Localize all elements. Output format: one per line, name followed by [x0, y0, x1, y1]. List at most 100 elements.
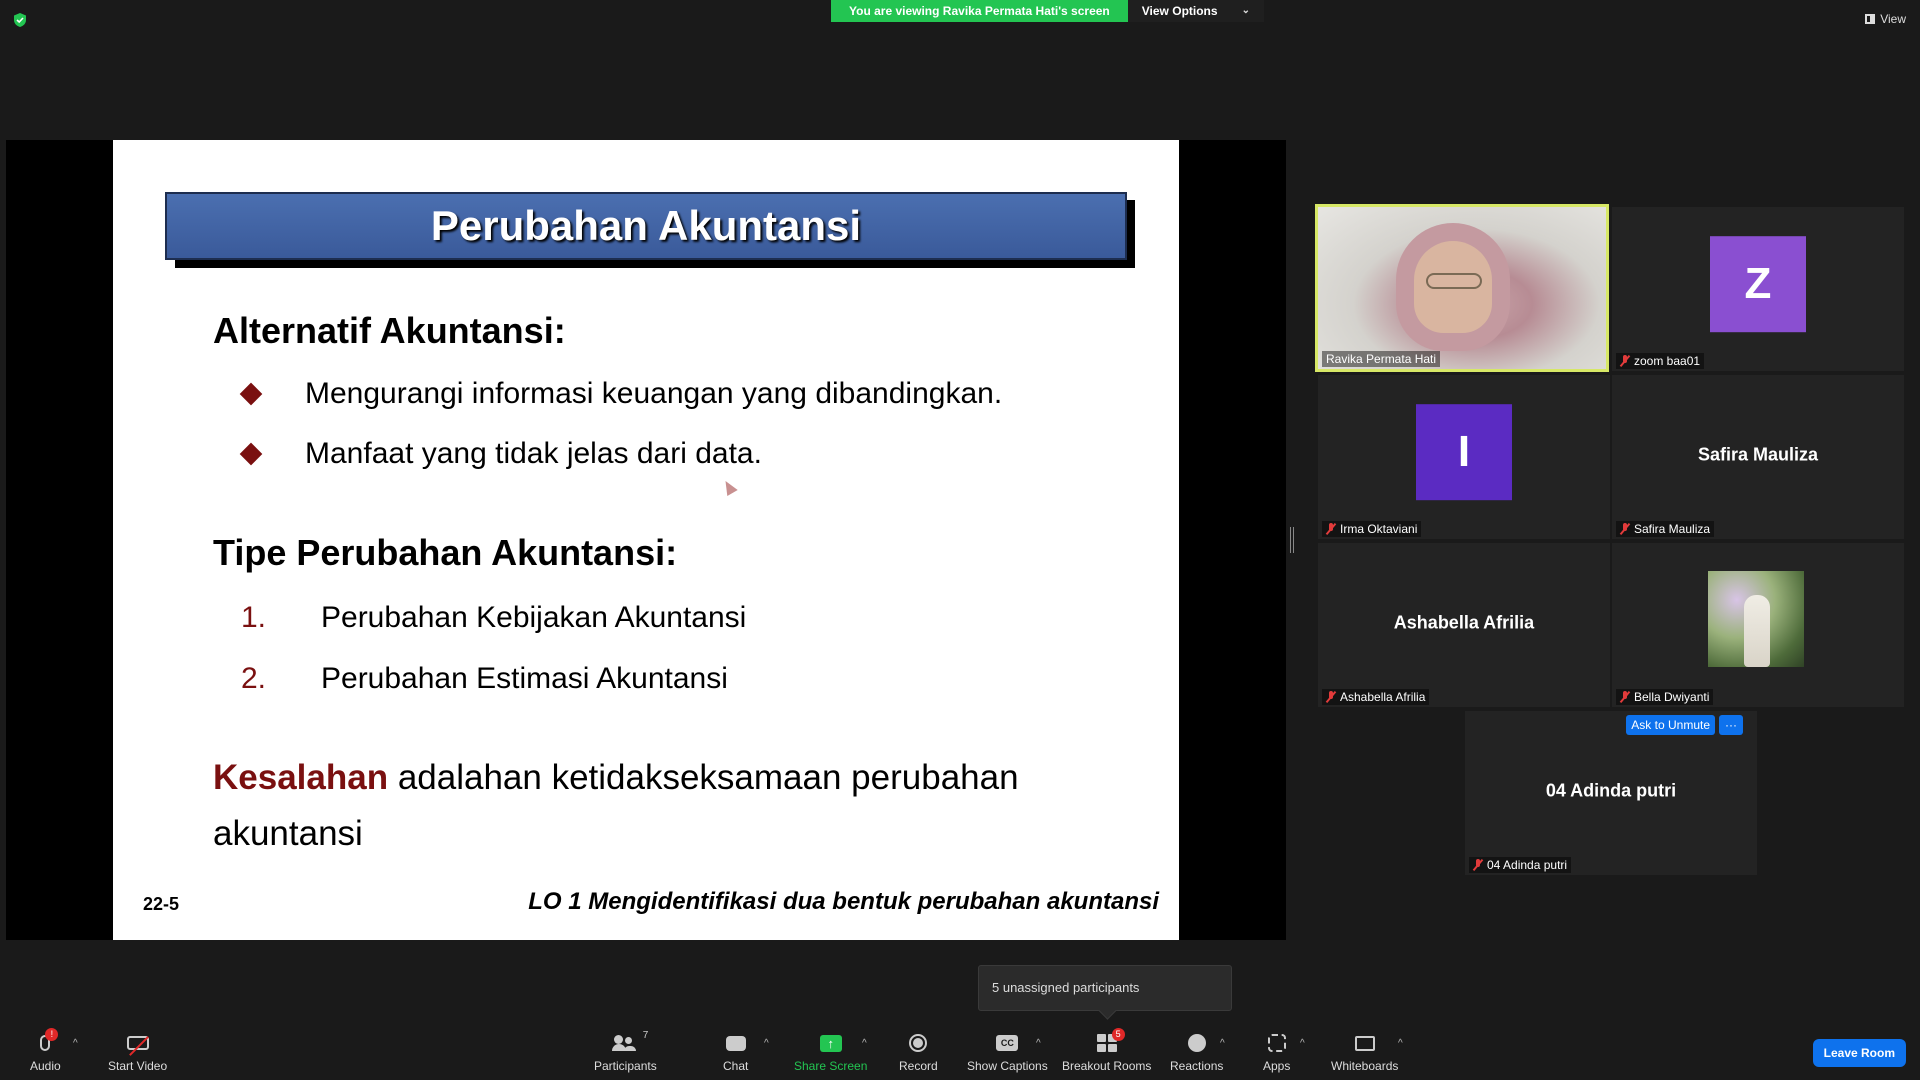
mic-muted-icon: [1326, 523, 1336, 535]
view-button[interactable]: View: [1865, 12, 1906, 26]
participant-name-tag: Ravika Permata Hati: [1322, 351, 1441, 367]
reactions-button[interactable]: Reactions: [1170, 1030, 1223, 1073]
share-screen-label: Share Screen: [794, 1059, 868, 1073]
participants-button[interactable]: 7 Participants: [594, 1030, 657, 1073]
whiteboards-button[interactable]: Whiteboards: [1331, 1030, 1398, 1073]
slide-title-box: Perubahan Akuntansi: [165, 192, 1127, 260]
slide-title: Perubahan Akuntansi: [430, 202, 862, 249]
video-glasses: [1426, 273, 1482, 289]
participant-tile[interactable]: Ask to Unmute ··· 04 Adinda putri 04 Adi…: [1465, 711, 1757, 875]
avatar: Z: [1710, 236, 1806, 333]
chat-bubble-icon: [725, 1035, 746, 1051]
split-view-drag-handle[interactable]: [1290, 527, 1294, 553]
slide-footer-objective: LO 1 Mengidentifikasi dua bentuk perubah…: [528, 888, 1159, 915]
apps-options-caret[interactable]: ^: [1300, 1038, 1305, 1049]
video-camera-off-icon: [126, 1036, 149, 1056]
view-options-button[interactable]: View Options ⌄: [1127, 0, 1264, 22]
mic-muted-icon: [1620, 355, 1630, 367]
numbered-item-text: Perubahan Estimasi Akuntansi: [321, 662, 728, 695]
slide-statement: Kesalahan adalahan ketidakseksamaan peru…: [213, 750, 1093, 862]
reactions-options-caret[interactable]: ^: [1220, 1038, 1225, 1049]
participant-name-tag: zoom baa01: [1616, 353, 1705, 369]
show-captions-label: Show Captions: [967, 1059, 1048, 1073]
diamond-bullet-icon: [239, 382, 263, 406]
slide-number: 22-5: [143, 894, 180, 914]
mic-muted-icon: [1620, 523, 1630, 535]
breakout-tooltip: 5 unassigned participants: [978, 965, 1232, 1011]
item-number: 1.: [241, 601, 267, 634]
zoom-meeting-window: You are viewing Ravika Permata Hati's sc…: [0, 0, 1920, 1080]
presentation-slide: Perubahan Akuntansi Alternatif Akuntansi…: [113, 140, 1179, 940]
participant-name-tag: Bella Dwiyanti: [1616, 689, 1714, 705]
leave-room-button[interactable]: Leave Room: [1812, 1039, 1906, 1067]
ask-to-unmute-button[interactable]: Ask to Unmute: [1626, 715, 1715, 735]
participant-name-tag: Safira Mauliza: [1616, 521, 1715, 537]
closed-captions-icon: CC: [996, 1035, 1019, 1051]
whiteboards-options-caret[interactable]: ^: [1398, 1038, 1403, 1049]
participant-tile[interactable]: Bella Dwiyanti: [1612, 543, 1904, 707]
audio-button[interactable]: ! Audio: [30, 1028, 61, 1073]
viewing-banner: You are viewing Ravika Permata Hati's sc…: [831, 0, 1264, 22]
view-options-label: View Options: [1141, 4, 1218, 18]
participant-name: zoom baa01: [1634, 354, 1701, 368]
mic-muted-icon: [1326, 691, 1336, 703]
diamond-bullet-icon: [239, 442, 263, 466]
numbered-item-text: Perubahan Kebijakan Akuntansi: [321, 601, 747, 634]
chat-button[interactable]: Chat: [723, 1030, 748, 1073]
slide-heading-tipe: Tipe Perubahan Akuntansi:: [213, 532, 678, 573]
security-shield-icon[interactable]: [12, 12, 28, 28]
participant-name: Irma Oktaviani: [1340, 522, 1418, 536]
share-screen-arrow-icon: ↑: [819, 1034, 842, 1052]
record-icon: [909, 1034, 928, 1052]
participant-tile[interactable]: I Irma Oktaviani: [1318, 375, 1610, 539]
start-video-button[interactable]: Start Video: [108, 1030, 167, 1073]
apps-icon: [1267, 1034, 1286, 1052]
profile-photo-person: [1744, 595, 1770, 667]
start-video-label: Start Video: [108, 1059, 168, 1073]
participant-name-tag: Ashabella Afrilia: [1322, 689, 1430, 705]
item-number: 2.: [241, 662, 267, 695]
slide-heading-alternatif: Alternatif Akuntansi:: [213, 310, 566, 351]
slide-bullet-text: Manfaat yang tidak jelas dari data.: [305, 437, 762, 470]
reactions-label: Reactions: [1170, 1059, 1224, 1073]
apps-label: Apps: [1263, 1059, 1291, 1073]
show-captions-button[interactable]: CC Show Captions: [967, 1030, 1048, 1073]
slide-numbered-item: 2. Perubahan Estimasi Akuntansi: [241, 662, 728, 696]
audio-label: Audio: [30, 1059, 61, 1073]
participants-label: Participants: [594, 1059, 657, 1073]
more-options-button[interactable]: ···: [1719, 715, 1743, 735]
avatar: I: [1416, 404, 1512, 501]
audio-alert-badge: !: [45, 1028, 59, 1041]
apps-button[interactable]: Apps: [1263, 1030, 1290, 1073]
remote-cursor-icon: [720, 477, 738, 497]
mic-muted-icon: [1620, 691, 1630, 703]
meeting-toolbar: ! Audio ^ Start Video 7 Participants Cha…: [0, 1020, 1920, 1080]
share-screen-button[interactable]: ↑ Share Screen: [794, 1030, 867, 1073]
record-button[interactable]: Record: [899, 1030, 938, 1073]
participant-tile[interactable]: Ravika Permata Hati: [1315, 204, 1609, 372]
whiteboards-label: Whiteboards: [1331, 1059, 1399, 1073]
tile-hover-actions: Ask to Unmute ···: [1626, 715, 1743, 735]
chat-options-caret[interactable]: ^: [764, 1038, 769, 1049]
participant-tile[interactable]: Ashabella Afrilia Ashabella Afrilia: [1318, 543, 1610, 707]
participant-display-name: Safira Mauliza: [1697, 444, 1819, 465]
audio-options-caret[interactable]: ^: [73, 1038, 78, 1049]
view-layout-icon: [1865, 14, 1876, 24]
participant-name: Ashabella Afrilia: [1340, 690, 1426, 704]
breakout-rooms-label: Breakout Rooms: [1062, 1059, 1152, 1073]
participant-tile[interactable]: Z zoom baa01: [1612, 207, 1904, 371]
participant-display-name: Ashabella Afrilia: [1393, 612, 1535, 633]
slide-bullet-text: Mengurangi informasi keuangan yang diban…: [305, 377, 1003, 410]
participants-count: 7: [642, 1030, 649, 1041]
breakout-rooms-button[interactable]: 5 Breakout Rooms: [1062, 1028, 1152, 1073]
chevron-down-icon: ⌄: [1241, 5, 1250, 16]
highlight-word: Kesalahan: [213, 758, 389, 797]
chat-label: Chat: [723, 1059, 749, 1073]
slide-bullet: Mengurangi informasi keuangan yang diban…: [239, 377, 1003, 411]
participant-tile[interactable]: Safira Mauliza Safira Mauliza: [1612, 375, 1904, 539]
shared-screen: Perubahan Akuntansi Alternatif Akuntansi…: [6, 140, 1286, 940]
share-options-caret[interactable]: ^: [862, 1038, 867, 1049]
captions-options-caret[interactable]: ^: [1036, 1038, 1041, 1049]
slide-bullet: Manfaat yang tidak jelas dari data.: [239, 437, 762, 471]
participant-name: Safira Mauliza: [1634, 522, 1711, 536]
